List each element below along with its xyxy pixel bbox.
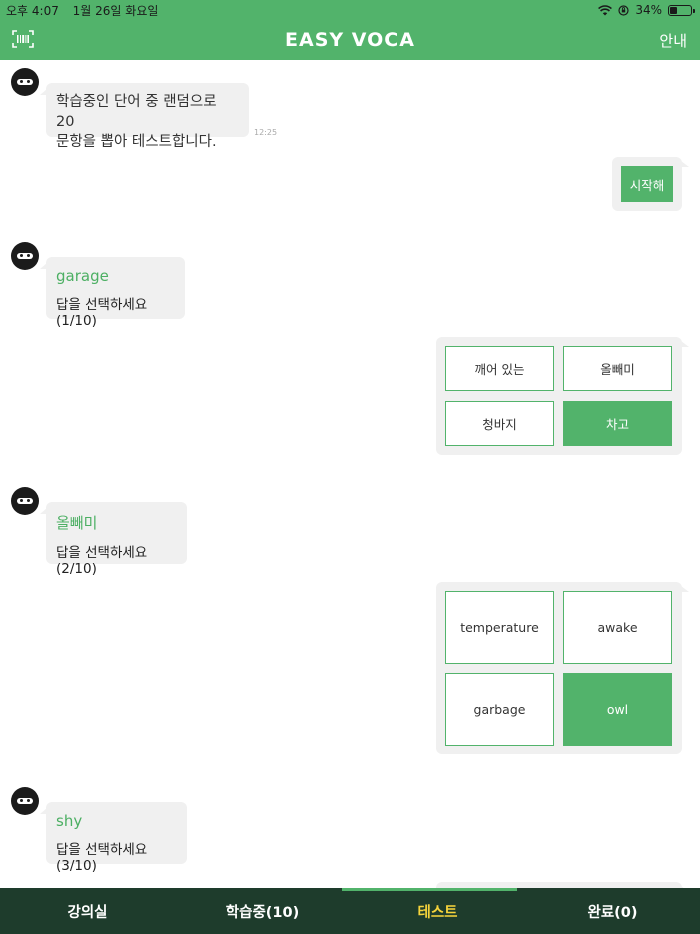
answer-options-1: 깨어 있는 올빼미 청바지 차고: [436, 337, 689, 455]
chat-area[interactable]: 학습중인 단어 중 랜덤으로 20 문항을 뽑아 테스트합니다. 12:25 시…: [0, 60, 700, 888]
answer-option[interactable]: temperature: [445, 591, 554, 664]
question-prompt: 답을 선택하세요(3/10): [56, 842, 148, 874]
wifi-icon: [598, 4, 613, 15]
bot-avatar: [11, 68, 39, 96]
battery-percent: 34%: [635, 3, 662, 17]
robot-face-icon: [17, 798, 33, 804]
tab-classroom[interactable]: 강의실: [0, 888, 175, 934]
tab-test[interactable]: 테스트: [342, 888, 525, 934]
status-bar: 오후 4:07 1월 26일 화요일 34%: [0, 0, 700, 20]
answer-options-2: temperature awake garbage owl: [436, 582, 689, 754]
question-word: 올빼미: [56, 514, 98, 532]
question-bubble-1: garage 답을 선택하세요(1/10): [40, 257, 185, 329]
barcode-scan-icon[interactable]: [12, 30, 34, 48]
answer-option[interactable]: 깨어 있는: [445, 346, 554, 391]
intro-bubble: 학습중인 단어 중 랜덤으로 20 문항을 뽑아 테스트합니다.: [40, 83, 249, 150]
start-bubble: 시작해: [612, 157, 689, 211]
app-title: EASY VOCA: [285, 29, 415, 51]
robot-face-icon: [17, 253, 33, 259]
question-bubble-3: shy 답을 선택하세요(3/10): [40, 802, 187, 874]
answer-option-selected[interactable]: 차고: [563, 401, 672, 446]
answer-option[interactable]: awake: [563, 591, 672, 664]
robot-face-icon: [17, 79, 33, 85]
answer-option[interactable]: garbage: [445, 673, 554, 746]
answer-option-selected[interactable]: owl: [563, 673, 672, 746]
battery-icon: [668, 4, 695, 16]
intro-line-2: 문항을 뽑아 테스트합니다.: [56, 134, 217, 150]
start-button[interactable]: 시작해: [621, 166, 673, 202]
robot-face-icon: [17, 498, 33, 504]
question-word: garage: [56, 267, 109, 285]
guide-button[interactable]: 안내: [659, 30, 687, 51]
tab-completed[interactable]: 완료(0): [525, 888, 700, 934]
question-prompt: 답을 선택하세요(1/10): [56, 297, 148, 329]
question-bubble-2: 올빼미 답을 선택하세요(2/10): [40, 502, 187, 577]
status-date: 1월 26일 화요일: [72, 3, 159, 18]
status-right: 34%: [598, 3, 695, 17]
answer-option[interactable]: 청바지: [445, 401, 554, 446]
status-left: 오후 4:07 1월 26일 화요일: [6, 2, 168, 19]
nav-bar: EASY VOCA 안내: [0, 20, 700, 60]
message-time: 12:25: [254, 128, 278, 137]
bot-avatar: [11, 487, 39, 515]
battery-fill: [670, 6, 677, 14]
tab-learning[interactable]: 학습중(10): [175, 888, 350, 934]
orientation-lock-icon: [618, 4, 629, 16]
question-word: shy: [56, 812, 83, 830]
bot-avatar: [11, 242, 39, 270]
status-time: 오후 4:07: [6, 3, 59, 18]
tab-bar: 강의실 학습중(10) 테스트 완료(0): [0, 888, 700, 934]
bot-avatar: [11, 787, 39, 815]
answer-option[interactable]: 올빼미: [563, 346, 672, 391]
question-prompt: 답을 선택하세요(2/10): [56, 545, 148, 577]
intro-line-1: 학습중인 단어 중 랜덤으로 20: [56, 94, 217, 130]
